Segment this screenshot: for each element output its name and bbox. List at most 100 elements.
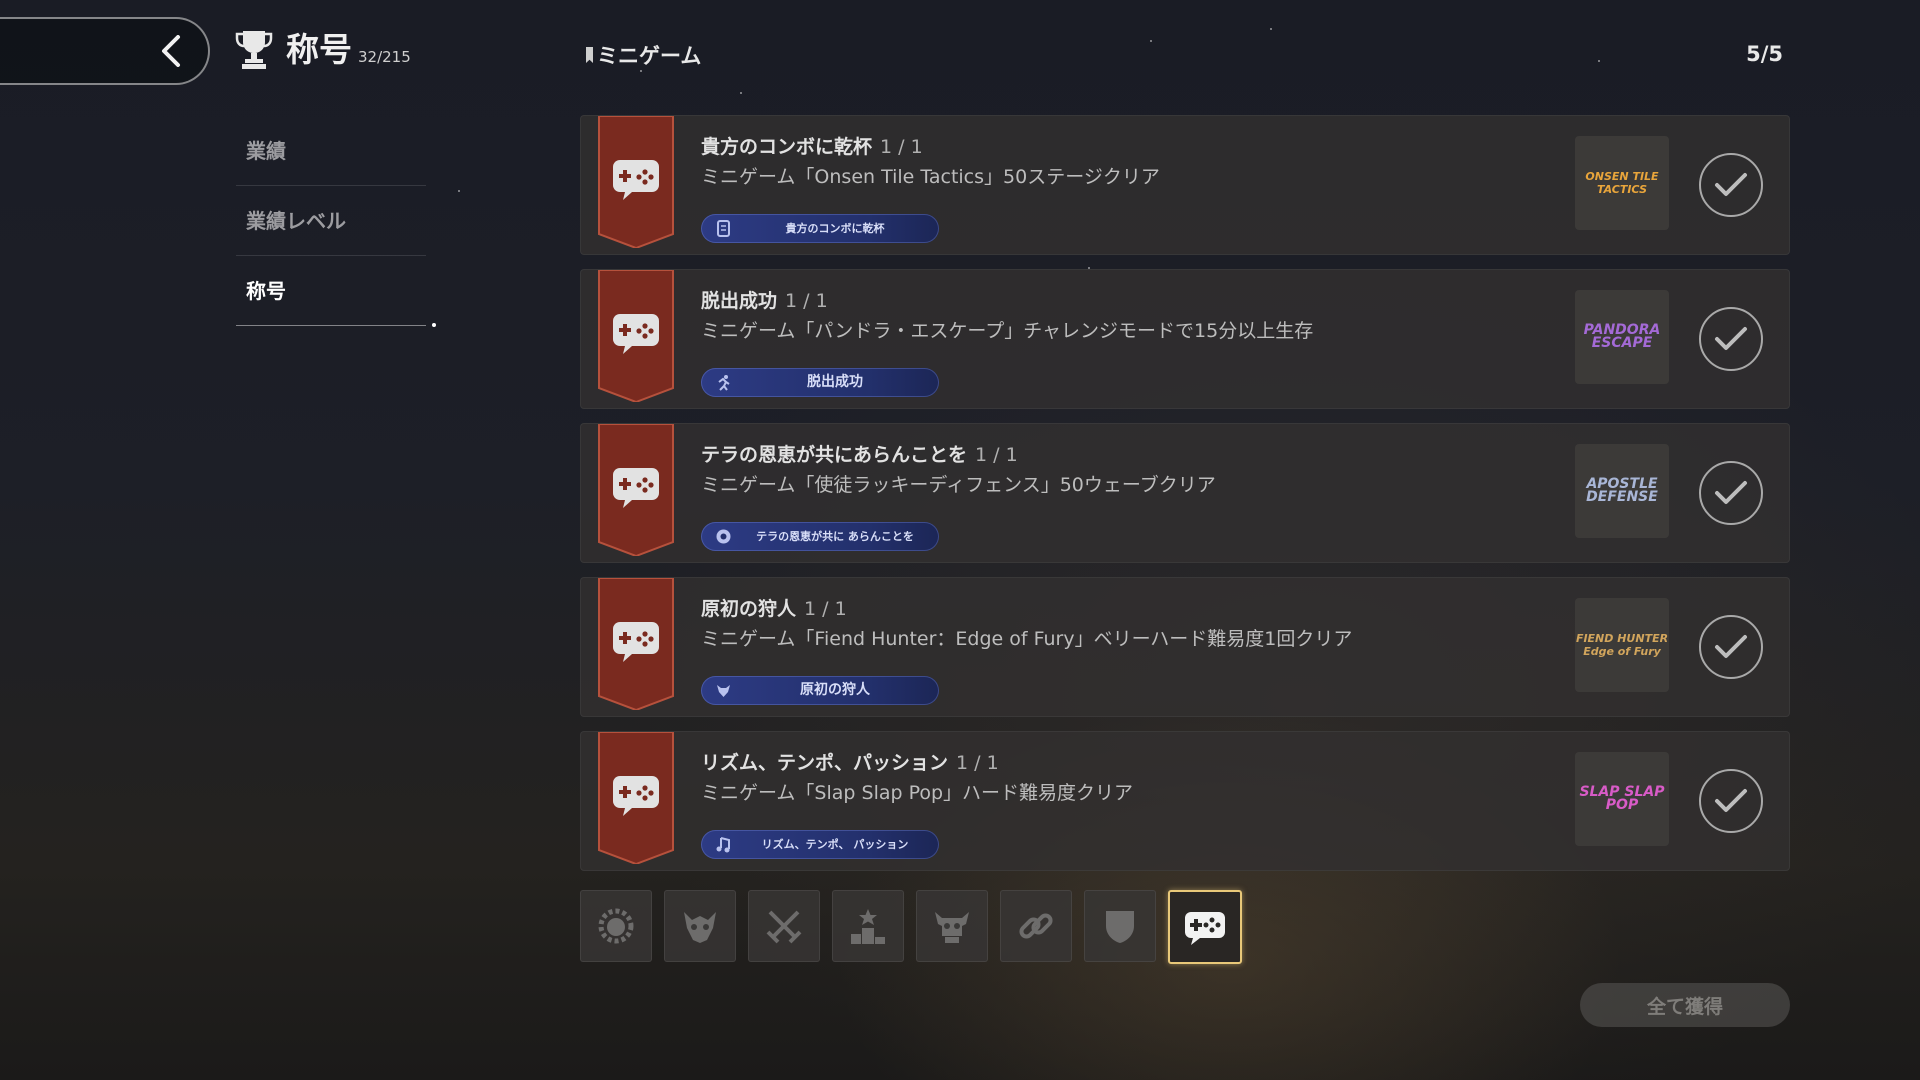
tab-skull[interactable] (916, 890, 988, 962)
achievement-title: テラの恩恵が共にあらんことを (701, 444, 968, 466)
checkmark-icon (1715, 789, 1747, 812)
lion-crest-icon (598, 908, 634, 944)
sidebar-item-achievements[interactable]: 業績 (236, 117, 426, 186)
gamepad-banner-icon (598, 424, 674, 556)
bookmark-icon (586, 47, 593, 63)
reward-title-label: 貴方のコンボに乾杯 (785, 221, 885, 235)
completed-check-button[interactable] (1699, 769, 1763, 833)
achievement-title: 脱出成功 (701, 290, 778, 312)
beast-icon (715, 682, 732, 699)
category-tabs (580, 890, 1254, 964)
tab-shield[interactable] (1084, 890, 1156, 962)
reward-title-badge: 貴方のコンボに乾杯 (701, 214, 939, 243)
tab-chain-link[interactable] (1000, 890, 1072, 962)
gamepad-banner-icon (598, 578, 674, 710)
achievement-progress: 1 / 1 (880, 136, 923, 158)
achievement-description: ミニゲーム「使徒ラッキーディフェンス」50ウェーブクリア (701, 474, 1216, 496)
sidebar-item-label: 称号 (246, 279, 286, 303)
achievement-progress: 1 / 1 (804, 598, 847, 620)
reward-title-badge: 脱出成功 (701, 368, 939, 397)
achievement-list: 貴方のコンボに乾杯 1 / 1 ミニゲーム「Onsen Tile Tactics」… (580, 115, 1790, 885)
back-button[interactable] (0, 17, 210, 85)
page-title: 称号 (286, 30, 352, 69)
game-logo: FIEND HUNTER Edge of Fury (1575, 598, 1669, 692)
running-person-icon (715, 374, 732, 391)
tab-podium[interactable] (832, 890, 904, 962)
sidebar-item-label: 業績 (246, 139, 286, 163)
reward-title-label: 脱出成功 (807, 374, 863, 390)
gamepad-banner-icon (598, 732, 674, 864)
completed-check-button[interactable] (1699, 153, 1763, 217)
star-decoration (1598, 60, 1600, 62)
tab-lion-crest[interactable] (580, 890, 652, 962)
completed-check-button[interactable] (1699, 307, 1763, 371)
tab-crossed-swords[interactable] (748, 890, 820, 962)
title-count: 32/215 (358, 48, 411, 66)
achievement-title: 原初の狩人 (701, 598, 797, 620)
reward-title-badge: リズム、テンポ、 パッション (701, 830, 939, 859)
section-label: ミニゲーム (586, 40, 701, 70)
game-logo: ONSEN TILE TACTICS (1575, 136, 1669, 230)
sidebar-item-achievement-level[interactable]: 業績レベル (236, 187, 426, 256)
achievement-card: 原初の狩人 1 / 1 ミニゲーム「Fiend Hunter：Edge of Fu… (580, 577, 1790, 717)
reward-title-label: リズム、テンポ、 パッション (761, 837, 909, 851)
achievement-progress: 1 / 1 (785, 290, 828, 312)
achievement-description: ミニゲーム「Fiend Hunter：Edge of Fury」ベリーハード難易… (701, 628, 1353, 650)
game-logo-text: ONSEN TILE TACTICS (1585, 170, 1659, 196)
game-logo: PANDORA ESCAPE (1575, 290, 1669, 384)
checkmark-icon (1715, 481, 1747, 504)
achievement-card: リズム、テンポ、パッション 1 / 1 ミニゲーム「Slap Slap Pop」ハ… (580, 731, 1790, 871)
achievement-card: 脱出成功 1 / 1 ミニゲーム「パンドラ・エスケープ」チャレンジモードで15分以… (580, 269, 1790, 409)
achievement-description: ミニゲーム「Onsen Tile Tactics」50ステージクリア (701, 166, 1160, 188)
emblem-icon (715, 528, 732, 545)
star-decoration (1150, 40, 1152, 42)
podium-icon (851, 909, 885, 944)
star-decoration (458, 190, 460, 192)
game-logo-text: FIEND HUNTER Edge of Fury (1575, 632, 1669, 658)
reward-title-label: テラの恩恵が共に あらんことを (756, 529, 914, 543)
achievement-card: 貴方のコンボに乾杯 1 / 1 ミニゲーム「Onsen Tile Tactics」… (580, 115, 1790, 255)
checkmark-icon (1715, 635, 1747, 658)
star-decoration (1270, 28, 1272, 30)
reward-title-badge: テラの恩恵が共に あらんことを (701, 522, 939, 551)
tab-gamepad[interactable] (1168, 890, 1242, 964)
sidebar-item-titles[interactable]: 称号 (236, 257, 436, 327)
section-title: ミニゲーム (597, 44, 702, 68)
scroll-icon (715, 220, 732, 237)
game-logo-text: SLAP SLAP POP (1579, 784, 1665, 813)
achievement-title: 貴方のコンボに乾杯 (701, 136, 873, 158)
music-note-icon (715, 836, 732, 853)
achievement-title: リズム、テンポ、パッション (701, 752, 949, 774)
checkmark-icon (1715, 327, 1747, 350)
star-decoration (640, 70, 642, 72)
chevron-left-icon (162, 35, 180, 67)
demon-mask-icon (684, 912, 716, 943)
chain-link-icon (1019, 913, 1053, 939)
achievement-description: ミニゲーム「パンドラ・エスケープ」チャレンジモードで15分以上生存 (701, 320, 1314, 342)
reward-title-badge: 原初の狩人 (701, 676, 939, 705)
completed-check-button[interactable] (1699, 461, 1763, 525)
game-logo-text: PANDORA ESCAPE (1583, 322, 1661, 351)
page-header: 称号 32/215 (234, 28, 411, 70)
crossed-swords-icon (766, 910, 802, 944)
game-logo: APOSTLE DEFENSE (1575, 444, 1669, 538)
game-logo-text: APOSTLE DEFENSE (1586, 476, 1658, 505)
achievement-description: ミニゲーム「Slap Slap Pop」ハード難易度クリア (701, 782, 1134, 804)
gamepad-banner-icon (598, 116, 674, 248)
completed-check-button[interactable] (1699, 615, 1763, 679)
achievement-progress: 1 / 1 (975, 444, 1018, 466)
sidebar-item-label: 業績レベル (246, 209, 346, 233)
trophy-icon (235, 31, 273, 69)
achievement-progress: 1 / 1 (956, 752, 999, 774)
gamepad-banner-icon (598, 270, 674, 402)
reward-title-label: 原初の狩人 (800, 682, 870, 698)
shield-icon (1106, 911, 1134, 943)
skull-icon (935, 912, 969, 943)
checkmark-icon (1715, 173, 1747, 196)
gamepad-icon (1185, 912, 1225, 945)
page-indicator: 5/5 (1746, 42, 1783, 66)
game-logo: SLAP SLAP POP (1575, 752, 1669, 846)
star-decoration (740, 92, 742, 94)
claim-all-button[interactable]: 全て獲得 (1580, 983, 1790, 1027)
tab-demon-mask[interactable] (664, 890, 736, 962)
